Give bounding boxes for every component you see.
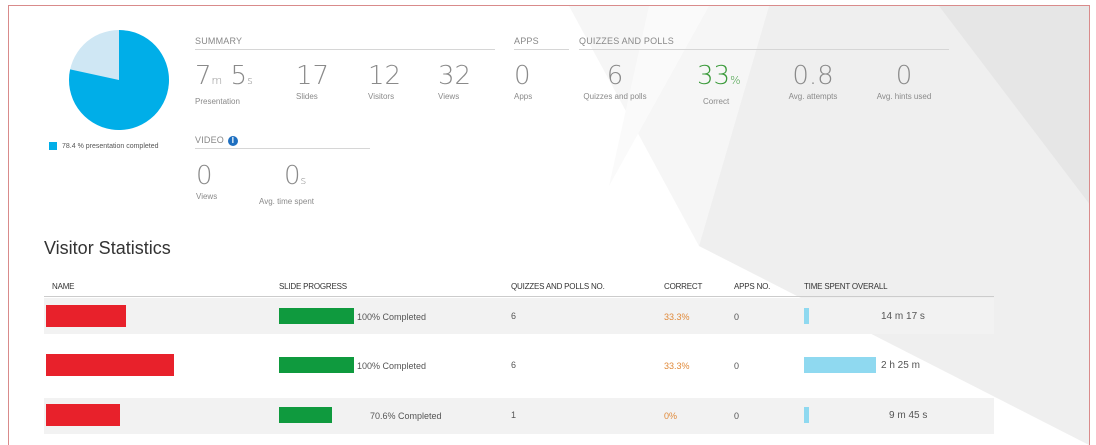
correct-pct: 0% [664, 411, 678, 421]
correct-label: Correct [703, 97, 730, 106]
time-spent-bar [804, 308, 809, 324]
col-header-name[interactable]: NAME [52, 282, 75, 291]
video-views-label: Views [196, 192, 218, 201]
col-header-time[interactable]: TIME SPENT OVERALL [804, 282, 888, 291]
video-label-text: VIDEO [195, 135, 225, 145]
apps-count: 0 [734, 361, 740, 371]
visitors-label: Visitors [368, 92, 395, 101]
video-views-stat: 0 Views [196, 163, 217, 201]
slide-progress-text: 100% Completed [357, 312, 427, 322]
apps-value: 0 [514, 61, 531, 91]
quizzes-label: QUIZZES AND POLLS [579, 36, 674, 46]
visitors-stat: 12 Visitors [368, 63, 401, 101]
video-divider [195, 148, 370, 149]
slides-stat: 17 Slides [296, 63, 329, 101]
slide-progress-bar [279, 357, 354, 373]
minutes-unit: m [211, 74, 223, 87]
redacted-name [46, 354, 174, 376]
col-header-slide-progress[interactable]: SLIDE PROGRESS [279, 282, 347, 291]
slides-label: Slides [296, 92, 318, 101]
legend-swatch [49, 142, 57, 150]
dashboard-frame: 78.4 % presentation completed SUMMARY 7m… [8, 5, 1090, 445]
pie-legend: 78.4 % presentation completed [49, 142, 159, 150]
apps-count: 0 [734, 312, 740, 322]
correct-pct: 33.3% [664, 312, 690, 322]
time-spent-text: 9 m 45 s [889, 410, 928, 421]
time-spent-bar [804, 357, 876, 373]
quizzes-divider [579, 49, 949, 50]
apps-stat: 0 Apps [514, 63, 532, 101]
table-row[interactable]: 100% Completed 6 33.3% 0 2 h 25 m [44, 349, 994, 385]
col-header-quizzes[interactable]: QUIZZES AND POLLS NO. [511, 282, 605, 291]
slide-progress-bar [279, 407, 332, 423]
quizzes-count: 1 [511, 410, 517, 420]
apps-label: APPS [514, 36, 539, 46]
hints-value: 0 [895, 61, 913, 91]
seconds-unit: s [247, 74, 253, 87]
correct-pct: 33.3% [664, 361, 690, 371]
hints-label: Avg. hints used [876, 92, 932, 101]
presentation-completion-pie [69, 30, 169, 130]
video-time-stat: 0s Avg. time spent [259, 163, 314, 206]
quizzes-count: 6 [511, 311, 517, 321]
quizzes-count: 6 [511, 360, 517, 370]
attempts-label: Avg. attempts [788, 92, 838, 101]
table-row[interactable]: 70.6% Completed 1 0% 0 9 m 45 s [44, 398, 994, 434]
redacted-name [46, 404, 120, 426]
slides-value: 17 [296, 61, 330, 91]
presentation-label: Presentation [195, 97, 240, 106]
quizzes-count-label: Quizzes and polls [583, 92, 647, 101]
apps-stat-label: Apps [514, 92, 533, 101]
video-time-unit: s [300, 174, 307, 187]
visitor-statistics-title: Visitor Statistics [44, 238, 171, 258]
info-icon[interactable]: i [228, 135, 239, 146]
visitors-value: 12 [368, 61, 402, 91]
video-time-label: Avg. time spent [259, 197, 314, 206]
presentation-stat: 7m 5s Presentation [195, 63, 253, 106]
views-label: Views [438, 92, 460, 101]
attempts-value: 0.8 [792, 61, 834, 91]
col-header-correct[interactable]: CORRECT [664, 282, 702, 291]
apps-divider [514, 49, 569, 50]
summary-label: SUMMARY [195, 36, 243, 46]
views-value: 32 [438, 61, 472, 91]
table-header-divider [44, 296, 994, 297]
hints-stat: 0 Avg. hints used [869, 63, 939, 101]
video-label: VIDEO i [195, 135, 239, 146]
correct-stat: 33% Correct [697, 63, 741, 106]
redacted-name [46, 305, 126, 327]
slide-progress-text: 70.6% Completed [370, 411, 442, 421]
summary-divider [195, 49, 495, 50]
apps-count: 0 [734, 411, 740, 421]
views-stat: 32 Views [438, 63, 471, 101]
attempts-stat: 0.8 Avg. attempts [784, 63, 842, 101]
presentation-minutes: 7 [195, 61, 212, 91]
correct-value: 33 [697, 61, 731, 91]
time-spent-text: 2 h 25 m [881, 360, 920, 371]
slide-progress-text: 100% Completed [357, 361, 427, 371]
pie-legend-label: 78.4 % presentation completed [62, 142, 159, 150]
video-time-value: 0 [284, 161, 301, 191]
quizzes-count-stat: 6 Quizzes and polls [580, 63, 650, 101]
time-spent-text: 14 m 17 s [881, 311, 925, 322]
correct-unit: % [730, 74, 741, 87]
quizzes-count-value: 6 [606, 61, 624, 91]
table-row[interactable]: 100% Completed 6 33.3% 0 14 m 17 s [44, 298, 994, 334]
video-views-value: 0 [196, 161, 213, 191]
col-header-apps[interactable]: APPS NO. [734, 282, 770, 291]
time-spent-bar [804, 407, 809, 423]
presentation-seconds: 5 [230, 61, 248, 91]
slide-progress-bar [279, 308, 354, 324]
